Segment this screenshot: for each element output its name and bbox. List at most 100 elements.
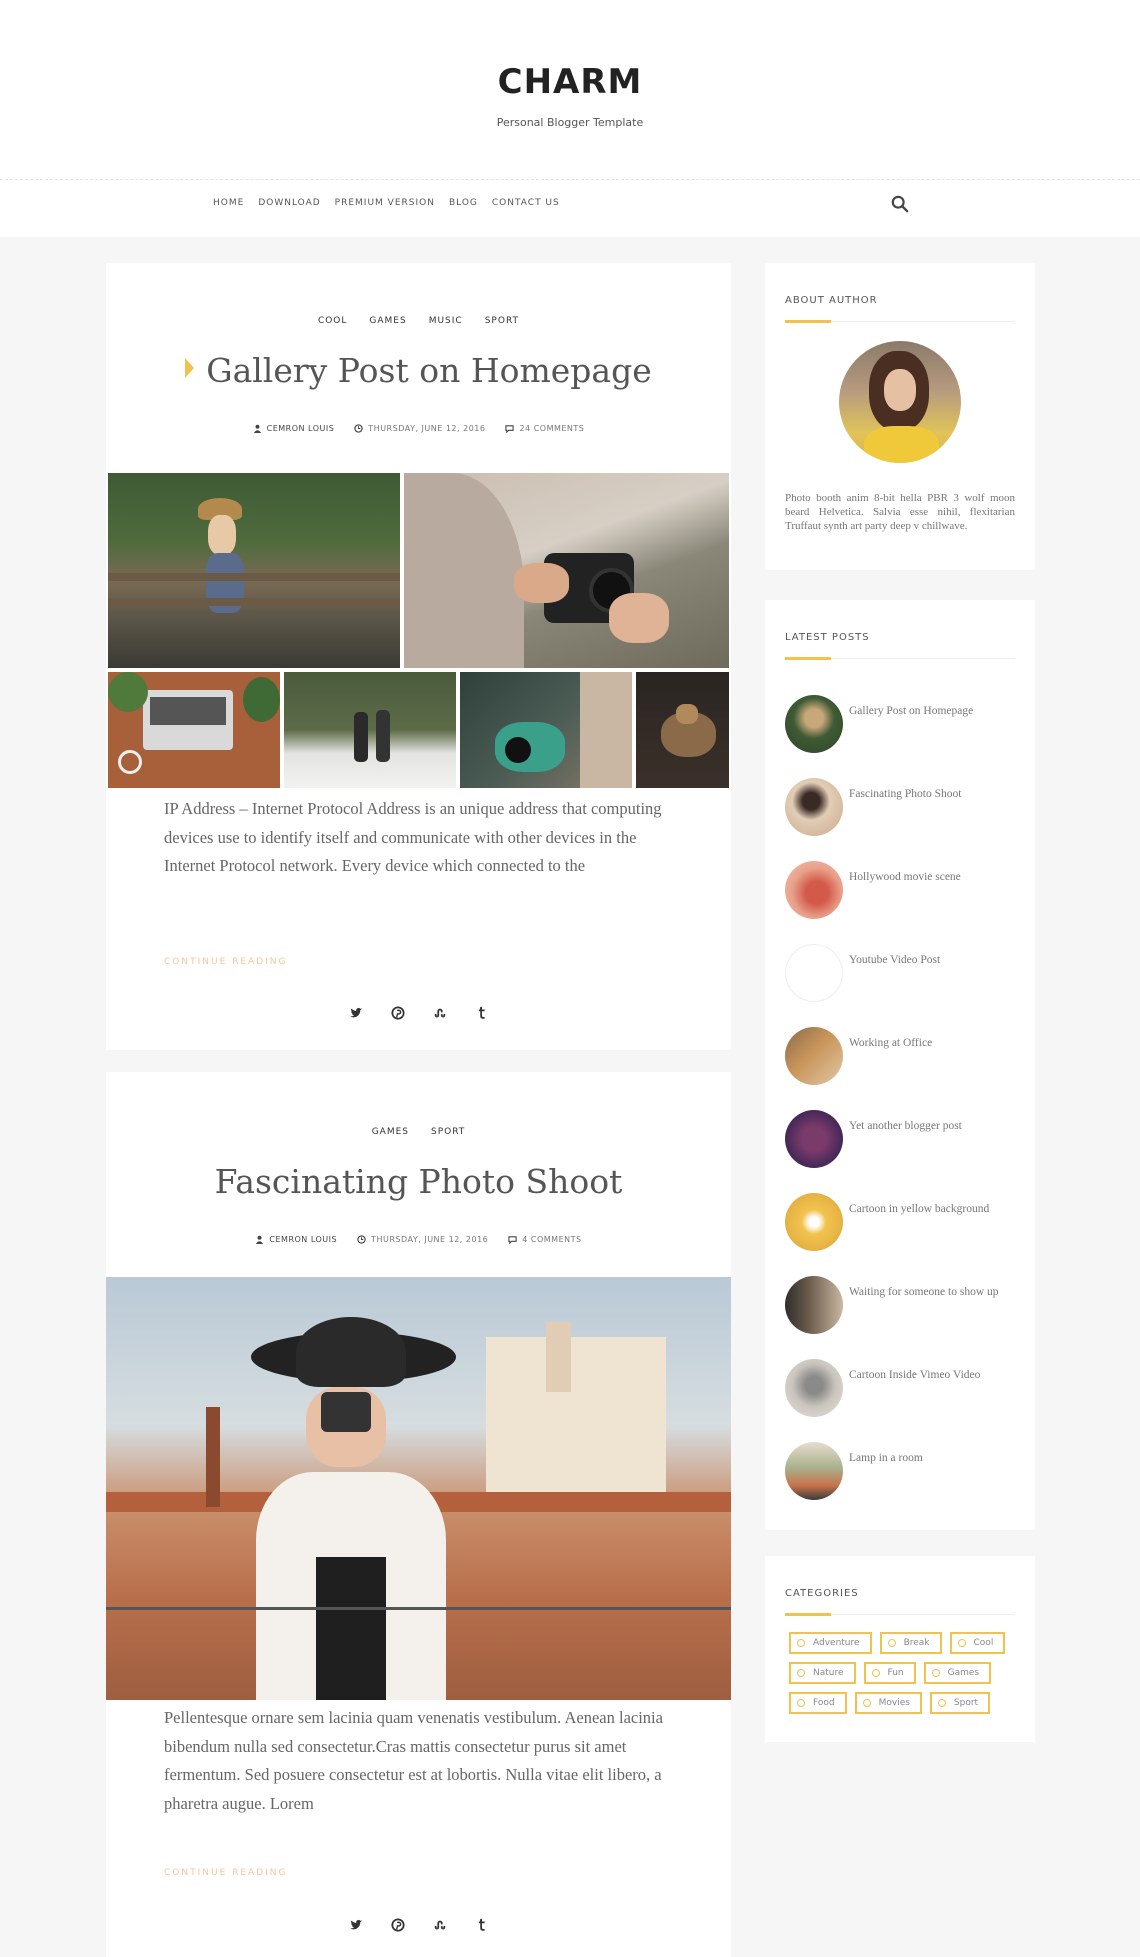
latest-post-item[interactable]: Fascinating Photo Shoot xyxy=(785,778,1015,840)
latest-post-item[interactable]: Gallery Post on Homepage xyxy=(785,695,1015,757)
post-thumbnail xyxy=(785,778,843,836)
site-tagline: Personal Blogger Template xyxy=(496,116,644,129)
latest-post-item[interactable]: Working at Office xyxy=(785,1027,1015,1089)
featured-image[interactable] xyxy=(106,1277,731,1700)
category-tag[interactable]: Nature xyxy=(789,1662,856,1684)
widget-divider xyxy=(785,320,1015,323)
latest-posts-widget: LATEST POSTS Gallery Post on Homepage Fa… xyxy=(765,600,1035,1530)
author-avatar[interactable] xyxy=(839,341,961,463)
post-thumbnail xyxy=(785,1359,843,1417)
site-logo[interactable]: CHARM xyxy=(0,62,1140,102)
latest-post-item[interactable]: Waiting for someone to show up xyxy=(785,1276,1015,1338)
post-author[interactable]: CEMRON LOUIS xyxy=(253,424,335,433)
author-bio: Photo booth anim 8-bit hella PBR 3 wolf … xyxy=(785,492,1015,532)
post-meta: CEMRON LOUIS THURSDAY, JUNE 12, 2016 24 … xyxy=(106,424,731,433)
post-excerpt: Pellentesque ornare sem lacinia quam ven… xyxy=(164,1708,663,1813)
nav-item-home[interactable]: HOME xyxy=(213,198,244,208)
share-bar xyxy=(106,1005,731,1021)
post-thumbnail xyxy=(785,695,843,753)
latest-post-item[interactable]: Yet another blogger post xyxy=(785,1110,1015,1172)
site-header: CHARM Personal Blogger Template HOME DOW… xyxy=(0,0,1140,237)
post-card: COOL GAMES MUSIC SPORT Gallery Post on H… xyxy=(106,263,731,1050)
main-nav: HOME DOWNLOAD PREMIUM VERSION BLOG CONTA… xyxy=(213,198,560,208)
post-category[interactable]: GAMES xyxy=(372,1127,409,1137)
clock-icon xyxy=(357,1235,366,1244)
categories-widget: CATEGORIES Adventure Break Cool Nature F… xyxy=(765,1556,1035,1742)
gallery-image[interactable] xyxy=(284,672,456,788)
post-title[interactable]: Fascinating Photo Shoot xyxy=(106,1162,731,1201)
gallery-image[interactable] xyxy=(460,672,632,788)
about-author-widget: ABOUT AUTHOR Photo booth anim 8-bit hell… xyxy=(765,263,1035,570)
latest-post-item[interactable]: Hollywood movie scene xyxy=(785,861,1015,923)
post-thumbnail xyxy=(785,1276,843,1334)
pinterest-icon[interactable] xyxy=(390,1917,406,1933)
post-category[interactable]: COOL xyxy=(318,316,347,326)
post-category[interactable]: MUSIC xyxy=(429,316,463,326)
read-more-link[interactable]: CONTINUE READING xyxy=(164,957,288,967)
gallery-image[interactable] xyxy=(404,473,729,668)
post-category[interactable]: GAMES xyxy=(369,316,406,326)
widget-title: CATEGORIES xyxy=(785,1588,859,1599)
category-tag[interactable]: Fun xyxy=(863,1662,916,1684)
latest-post-item[interactable]: Cartoon in yellow background xyxy=(785,1193,1015,1255)
user-icon xyxy=(253,424,261,433)
nav-item-contact-us[interactable]: CONTACT US xyxy=(492,198,560,208)
comment-icon xyxy=(508,1236,517,1244)
nav-item-download[interactable]: DOWNLOAD xyxy=(258,198,320,208)
latest-post-item[interactable]: Cartoon Inside Vimeo Video xyxy=(785,1359,1015,1421)
gallery-image[interactable] xyxy=(108,672,280,788)
post-thumbnail xyxy=(785,944,843,1002)
post-categories: GAMES SPORT xyxy=(106,1127,731,1137)
category-tag[interactable]: Movies xyxy=(854,1692,922,1714)
widget-divider xyxy=(785,1613,1015,1616)
search-icon[interactable] xyxy=(891,195,909,213)
user-icon xyxy=(256,1235,264,1244)
category-tag[interactable]: Cool xyxy=(949,1632,1006,1654)
stumbleupon-icon[interactable] xyxy=(432,1005,448,1021)
latest-post-item[interactable]: Lamp in a room xyxy=(785,1442,1015,1504)
post-excerpt: IP Address – Internet Protocol Address i… xyxy=(164,799,662,875)
post-comments[interactable]: 4 COMMENTS xyxy=(508,1235,581,1244)
post-thumbnail xyxy=(785,1193,843,1251)
post-thumbnail xyxy=(785,861,843,919)
pinterest-icon[interactable] xyxy=(390,1005,406,1021)
widget-title: ABOUT AUTHOR xyxy=(785,295,878,306)
share-bar xyxy=(106,1917,731,1933)
stumbleupon-icon[interactable] xyxy=(432,1917,448,1933)
post-category[interactable]: SPORT xyxy=(485,316,519,326)
post-comments[interactable]: 24 COMMENTS xyxy=(505,424,584,433)
tumblr-icon[interactable] xyxy=(474,1917,490,1933)
post-date: THURSDAY, JUNE 12, 2016 xyxy=(354,424,485,433)
category-tag[interactable]: Sport xyxy=(929,1692,991,1714)
post-meta: CEMRON LOUIS THURSDAY, JUNE 12, 2016 4 C… xyxy=(106,1235,731,1244)
post-date: THURSDAY, JUNE 12, 2016 xyxy=(357,1235,488,1244)
gallery-image[interactable] xyxy=(108,473,400,668)
post-category[interactable]: SPORT xyxy=(431,1127,465,1137)
header-divider xyxy=(0,179,1140,180)
read-more-link[interactable]: CONTINUE READING xyxy=(164,1868,288,1878)
clock-icon xyxy=(354,424,363,433)
widget-title: LATEST POSTS xyxy=(785,632,870,643)
post-thumbnail xyxy=(785,1442,843,1500)
category-tag[interactable]: Food xyxy=(789,1692,847,1714)
gallery-image[interactable] xyxy=(636,672,729,788)
post-author[interactable]: CEMRON LOUIS xyxy=(255,1235,337,1244)
post-title[interactable]: Gallery Post on Homepage xyxy=(106,351,731,390)
post-card: GAMES SPORT Fascinating Photo Shoot CEMR… xyxy=(106,1072,731,1957)
twitter-icon[interactable] xyxy=(348,1005,364,1021)
nav-item-premium-version[interactable]: PREMIUM VERSION xyxy=(335,198,435,208)
tumblr-icon[interactable] xyxy=(474,1005,490,1021)
widget-divider xyxy=(785,657,1015,660)
post-thumbnail xyxy=(785,1027,843,1085)
twitter-icon[interactable] xyxy=(348,1917,364,1933)
category-tags: Adventure Break Cool Nature Fun Games Fo… xyxy=(789,1632,1009,1714)
category-tag[interactable]: Break xyxy=(879,1632,942,1654)
nav-item-blog[interactable]: BLOG xyxy=(449,198,478,208)
comment-icon xyxy=(505,425,515,433)
post-categories: COOL GAMES MUSIC SPORT xyxy=(106,316,731,326)
post-thumbnail xyxy=(785,1110,843,1168)
category-tag[interactable]: Games xyxy=(923,1662,992,1684)
title-marker-icon xyxy=(185,358,195,378)
latest-post-item[interactable]: Youtube Video Post xyxy=(785,944,1015,1006)
category-tag[interactable]: Adventure xyxy=(789,1632,872,1654)
